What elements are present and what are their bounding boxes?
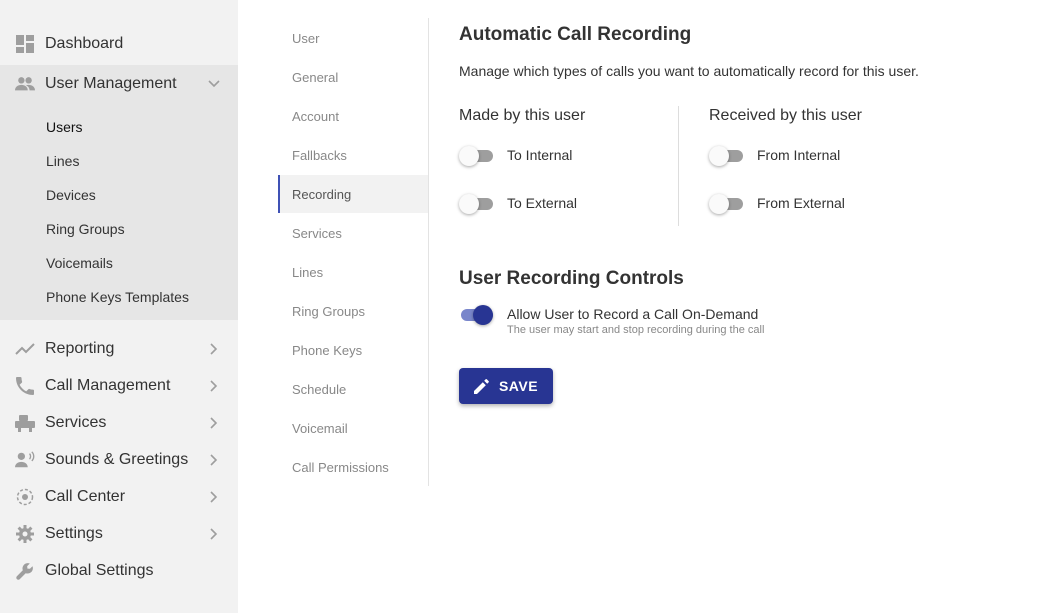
to-external-toggle[interactable]: [459, 192, 493, 214]
settings-menu: User General Account Fallbacks Recording…: [278, 18, 429, 486]
sidebar-item-users[interactable]: Users: [46, 119, 83, 135]
on-demand-row: Allow User to Record a Call On-Demand: [459, 302, 758, 326]
on-demand-hint: The user may start and stop recording du…: [507, 324, 765, 336]
settings-menu-voicemail[interactable]: Voicemail: [278, 409, 428, 447]
dashboard-icon: [15, 34, 35, 54]
received-by-heading: Received by this user: [709, 107, 862, 124]
on-demand-toggle[interactable]: [459, 303, 493, 325]
settings-menu-recording[interactable]: Recording: [278, 175, 428, 213]
nav-call-management-label: Call Management: [45, 376, 171, 394]
nav-call-center-label: Call Center: [45, 487, 126, 505]
nav-sounds-greetings-label: Sounds & Greetings: [45, 450, 189, 468]
chevron-right-icon: [208, 342, 220, 355]
chevron-right-icon: [208, 490, 220, 503]
call-center-icon: [15, 487, 35, 507]
settings-menu-phone-keys[interactable]: Phone Keys: [278, 331, 428, 369]
settings-menu-schedule[interactable]: Schedule: [278, 370, 428, 408]
phone-icon: [15, 376, 35, 396]
settings-menu-general[interactable]: General: [278, 58, 428, 96]
nav-user-management[interactable]: User Management: [0, 65, 238, 102]
settings-menu-call-permissions[interactable]: Call Permissions: [278, 448, 428, 486]
made-by-heading: Made by this user: [459, 107, 586, 124]
sidebar-item-devices[interactable]: Devices: [46, 187, 96, 203]
people-icon: [15, 74, 35, 94]
from-internal-toggle[interactable]: [709, 144, 743, 166]
chevron-right-icon: [208, 379, 220, 392]
from-external-label: From External: [757, 195, 845, 211]
sidebar-item-ring-groups[interactable]: Ring Groups: [46, 221, 125, 237]
from-external-row: From External: [709, 191, 845, 215]
settings-menu-account[interactable]: Account: [278, 97, 428, 135]
trending-icon: [15, 339, 35, 359]
from-internal-row: From Internal: [709, 143, 840, 167]
chevron-right-icon: [208, 527, 220, 540]
to-external-label: To External: [507, 195, 578, 211]
sidebar-item-phone-keys-templates[interactable]: Phone Keys Templates: [46, 289, 189, 305]
pencil-icon: [473, 378, 489, 394]
user-management-submenu: User Management Users Lines Devices Ring…: [0, 65, 238, 320]
chevron-down-icon: [208, 78, 220, 90]
from-external-toggle[interactable]: [709, 192, 743, 214]
column-divider: [678, 106, 679, 226]
chevron-right-icon: [208, 453, 220, 466]
nav-dashboard-label: Dashboard: [45, 34, 124, 52]
sidebar-item-voicemails[interactable]: Voicemails: [46, 255, 113, 271]
chevron-right-icon: [208, 416, 220, 429]
nav-user-management-label: User Management: [45, 74, 177, 92]
page-description: Manage which types of calls you want to …: [459, 63, 919, 79]
nav-global-settings-label: Global Settings: [45, 561, 154, 579]
sidebar-item-lines[interactable]: Lines: [46, 153, 79, 169]
nav-services-label: Services: [45, 413, 107, 431]
recording-controls-title: User Recording Controls: [459, 268, 684, 289]
gear-icon: [15, 524, 35, 544]
settings-menu-lines[interactable]: Lines: [278, 253, 428, 291]
to-internal-toggle[interactable]: [459, 144, 493, 166]
nav-call-center[interactable]: Call Center: [0, 478, 238, 515]
settings-menu-fallbacks[interactable]: Fallbacks: [278, 136, 428, 174]
settings-menu-services[interactable]: Services: [278, 214, 428, 252]
to-internal-row: To Internal: [459, 143, 572, 167]
nav-settings[interactable]: Settings: [0, 515, 238, 552]
settings-menu-user[interactable]: User: [278, 19, 428, 57]
nav-call-management[interactable]: Call Management: [0, 367, 238, 404]
wrench-icon: [15, 561, 35, 581]
to-internal-label: To Internal: [507, 147, 573, 163]
sidebar: Dashboard User Management Users Lines De…: [0, 0, 238, 613]
to-external-row: To External: [459, 191, 577, 215]
on-demand-label: Allow User to Record a Call On-Demand: [507, 306, 759, 322]
page-title: Automatic Call Recording: [459, 24, 692, 45]
nav-reporting[interactable]: Reporting: [0, 330, 238, 367]
nav-global-settings[interactable]: Global Settings: [0, 552, 238, 589]
nav-reporting-label: Reporting: [45, 339, 115, 357]
from-internal-label: From Internal: [757, 147, 841, 163]
nav-services[interactable]: Services: [0, 404, 238, 441]
save-button-label: SAVE: [498, 378, 539, 394]
record-voice-icon: [15, 450, 35, 470]
nav-settings-label: Settings: [45, 524, 103, 542]
nav-sounds-greetings[interactable]: Sounds & Greetings: [0, 441, 238, 478]
save-button[interactable]: SAVE: [459, 368, 553, 404]
services-icon: [15, 413, 35, 433]
settings-menu-ring-groups[interactable]: Ring Groups: [278, 292, 428, 330]
nav-dashboard[interactable]: Dashboard: [0, 25, 238, 62]
